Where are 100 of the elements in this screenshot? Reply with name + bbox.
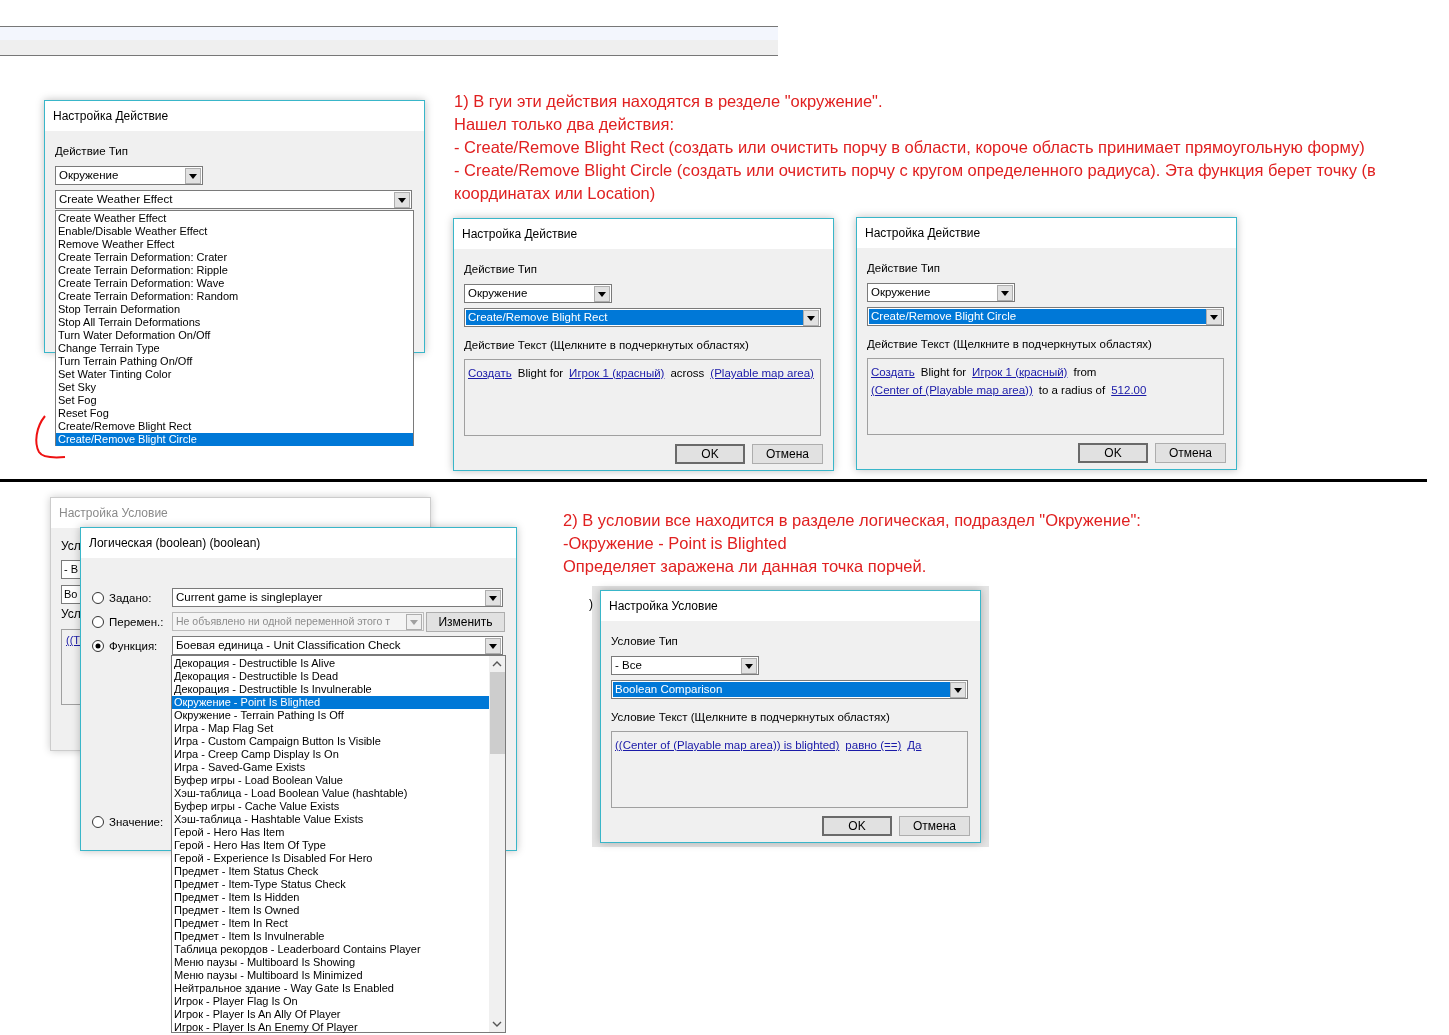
option-label: Перемен.:: [109, 615, 165, 628]
category-dropdown[interactable]: Окружение: [55, 166, 203, 185]
dropdown-option[interactable]: Таблица рекордов - Leaderboard Contains Player: [172, 943, 489, 956]
scrollbar-thumb[interactable]: [489, 672, 505, 754]
note-text: - Create/Remove Blight Circle (создать или очистить порчу с кругом определенного радиуса). Эта функция берет точку (в: [454, 160, 1376, 181]
dropdown-option[interactable]: Игрок - Player Is An Ally Of Player: [172, 1008, 489, 1021]
scroll-down-icon[interactable]: [492, 1020, 502, 1028]
option-label: Задано:: [109, 591, 153, 604]
dialog-button[interactable]: OK: [1078, 443, 1148, 463]
link[interactable]: Игрок 1 (красный): [972, 363, 1068, 381]
dropdown-option[interactable]: Create/Remove Blight Rect: [56, 420, 413, 433]
category-dropdown[interactable]: Окружение: [464, 284, 612, 303]
dialog-button[interactable]: Отмена: [899, 816, 970, 836]
dropdown-option[interactable]: Create Weather Effect: [56, 212, 413, 225]
link[interactable]: ((Center of (Playable map area)) is blighted): [615, 736, 840, 754]
action-dropdown[interactable]: Create/Remove Blight Rect: [464, 308, 821, 327]
dropdown-option[interactable]: Create Terrain Deformation: Wave: [56, 277, 413, 290]
field-label: Усл: [61, 538, 81, 554]
dialog-button[interactable]: Отмена: [1155, 443, 1226, 463]
field-label: Действие Текст (Щелкните в подчеркнутых областях): [867, 337, 1152, 352]
dropdown-option[interactable]: Set Sky: [56, 381, 413, 394]
dropdown-option[interactable]: Предмет - Item-Type Status Check: [172, 878, 489, 891]
dropdown-option[interactable]: Предмет - Item Is Owned: [172, 904, 489, 917]
field-label: Действие Тип: [867, 261, 940, 276]
dropdown-option[interactable]: Stop Terrain Deformation: [56, 303, 413, 316]
note-text: координатах или Location): [454, 183, 657, 204]
dropdown-option[interactable]: Хэш-таблица - Hashtable Value Exists: [172, 813, 489, 826]
phrase-text: from: [1073, 365, 1097, 380]
link[interactable]: равно (==): [845, 736, 902, 754]
link[interactable]: 512.00: [1111, 381, 1147, 399]
dropdown-option[interactable]: Меню паузы - Multiboard Is Showing: [172, 956, 489, 969]
dropdown-option[interactable]: Игра - Creep Camp Display Is On: [172, 748, 489, 761]
dropdown-option[interactable]: Нейтральное здание - Way Gate Is Enabled: [172, 982, 489, 995]
radio-button[interactable]: [92, 591, 104, 604]
radio-button[interactable]: [92, 639, 104, 652]
field-label: Условие Текст (Щелкните в подчеркнутых областях): [611, 710, 890, 725]
phrase-text: Blight for: [920, 365, 967, 380]
dropdown-option[interactable]: Хэш-таблица - Load Boolean Value (hashtable): [172, 787, 489, 800]
dropdown-option[interactable]: Stop All Terrain Deformations: [56, 316, 413, 329]
option-label: Функция:: [109, 639, 159, 652]
dropdown-option[interactable]: Декорация - Destructible Is Dead: [172, 670, 489, 683]
dropdown-option[interactable]: Предмет - Item Status Check: [172, 865, 489, 878]
window-title: Настройка Действие: [454, 219, 833, 249]
dropdown-option[interactable]: Буфер игры - Load Boolean Value: [172, 774, 489, 787]
dropdown-option[interactable]: Enable/Disable Weather Effect: [56, 225, 413, 238]
dropdown-option[interactable]: Герой - Experience Is Disabled For Hero: [172, 852, 489, 865]
dropdown-option[interactable]: Remove Weather Effect: [56, 238, 413, 251]
dropdown-option[interactable]: Игра - Custom Campaign Button Is Visible: [172, 735, 489, 748]
link[interactable]: Да: [907, 736, 922, 754]
dropdown-option[interactable]: Turn Terrain Pathing On/Off: [56, 355, 413, 368]
window-title: Настройка Условие: [51, 498, 430, 528]
radio-button[interactable]: [92, 815, 104, 828]
condition-dropdown[interactable]: Boolean Comparison: [611, 680, 968, 699]
dropdown-option[interactable]: Create Terrain Deformation: Random: [56, 290, 413, 303]
window-title: Логическая (boolean) (boolean): [81, 528, 516, 558]
dropdown-option[interactable]: Герой - Hero Has Item Of Type: [172, 839, 489, 852]
dropdown-option[interactable]: Меню паузы - Multiboard Is Minimized: [172, 969, 489, 982]
dropdown-option[interactable]: Предмет - Item In Rect: [172, 917, 489, 930]
dropdown-option[interactable]: Игра - Saved-Game Exists: [172, 761, 489, 774]
dropdown-option[interactable]: Игра - Map Flag Set: [172, 722, 489, 735]
dropdown-option[interactable]: Игрок - Player Flag Is On: [172, 995, 489, 1008]
link[interactable]: ((T: [66, 634, 81, 646]
window-title: Настройка Действие: [45, 101, 424, 131]
category-dropdown[interactable]: - Все: [611, 656, 759, 675]
dialog-button[interactable]: Отмена: [752, 444, 823, 464]
dropdown-option[interactable]: Turn Water Deformation On/Off: [56, 329, 413, 342]
field-label: Усл: [61, 606, 81, 622]
dropdown-option[interactable]: Предмет - Item Is Invulnerable: [172, 930, 489, 943]
dropdown-option[interactable]: Change Terrain Type: [56, 342, 413, 355]
dropdown-option[interactable]: Create/Remove Blight Circle: [56, 433, 413, 446]
dropdown-option[interactable]: Create Terrain Deformation: Ripple: [56, 264, 413, 277]
link[interactable]: (Center of (Playable map area)): [871, 381, 1033, 399]
note-text: -Окружение - Point is Blighted: [563, 533, 788, 554]
text-fragment: ): [589, 597, 593, 611]
field-label: Действие Текст (Щелкните в подчеркнутых областях): [464, 338, 749, 353]
dialog-button[interactable]: OK: [822, 816, 892, 836]
dropdown-option[interactable]: Буфер игры - Cache Value Exists: [172, 800, 489, 813]
dropdown-option[interactable]: Игрок - Player Is An Enemy Of Player: [172, 1021, 489, 1034]
dropdown[interactable]: Current game is singleplayer: [172, 588, 503, 607]
dropdown-option[interactable]: Set Fog: [56, 394, 413, 407]
link[interactable]: Создать: [468, 364, 512, 382]
dropdown-option[interactable]: Декорация - Destructible Is Invulnerable: [172, 683, 489, 696]
scrollbar[interactable]: [489, 656, 505, 1032]
link[interactable]: Создать: [871, 363, 915, 381]
dropdown-option[interactable]: Предмет - Item Is Hidden: [172, 891, 489, 904]
link[interactable]: (Playable map area): [710, 364, 814, 382]
dropdown-option[interactable]: Герой - Hero Has Item: [172, 826, 489, 839]
link[interactable]: Игрок 1 (красный): [569, 364, 665, 382]
note-text: 2) В условии все находится в разделе логическая, подраздел "Окружение":: [563, 510, 1141, 531]
note-text: 1) В гуи эти действия находятся в резделе "окружение".: [454, 91, 884, 112]
scroll-up-icon[interactable]: [492, 660, 502, 668]
dropdown-option[interactable]: Окружение - Terrain Pathing Is Off: [172, 709, 489, 722]
dropdown-option[interactable]: Create Terrain Deformation: Crater: [56, 251, 413, 264]
action-dropdown[interactable]: Create/Remove Blight Circle: [867, 307, 1224, 326]
dropdown-option[interactable]: Set Water Tinting Color: [56, 368, 413, 381]
category-dropdown[interactable]: Окружение: [867, 283, 1015, 302]
dropdown-option[interactable]: Reset Fog: [56, 407, 413, 420]
dropdown-option[interactable]: Декорация - Destructible Is Alive: [172, 657, 489, 670]
dialog-button[interactable]: OK: [675, 444, 745, 464]
dropdown-option[interactable]: Окружение - Point Is Blighted: [172, 696, 489, 709]
